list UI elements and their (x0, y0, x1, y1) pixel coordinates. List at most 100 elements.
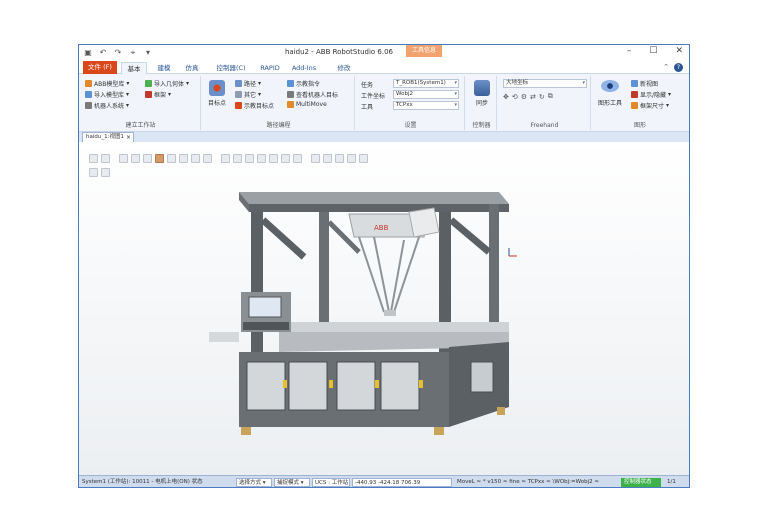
tool-context-tab[interactable]: 工具信息 (406, 45, 442, 57)
tab-file[interactable]: 文件 (F) (83, 61, 117, 74)
jog-linear-icon[interactable]: ⇄ (530, 93, 536, 101)
wobj-select[interactable]: Wobj2 ▾ (393, 90, 459, 99)
select-mechanism-icon[interactable] (167, 154, 176, 163)
document-tabs: haidu_1:视图1 × (79, 132, 689, 142)
instruction-template[interactable]: MoveL ≈ * v150 ≈ fine ≈ TCPxx ≈ \WObj:=W… (457, 478, 613, 487)
group-settings: 任务 T_ROB1(System1) ▾ 工件坐标 Wobj2 ▾ 工具 TCPxx… (357, 76, 465, 130)
teach-instruction-button[interactable]: 示教指令 (287, 79, 320, 88)
view-robot-target-button[interactable]: 查看机器人目标 (287, 90, 338, 99)
target-point-icon[interactable] (209, 80, 225, 96)
snap-midpoint-icon[interactable] (245, 154, 254, 163)
tab-home[interactable]: 基本 (121, 62, 147, 74)
rotate-icon[interactable]: ⟲ (512, 93, 518, 101)
cabinet-door (288, 361, 328, 411)
snap-gravity-icon[interactable] (281, 154, 290, 163)
other-button[interactable]: 其它 ▾ (235, 90, 261, 99)
snap-local-origin-icon[interactable] (293, 154, 302, 163)
sync-button[interactable]: 同步 (467, 98, 497, 107)
teach-target-button[interactable]: 示教目标点 (235, 101, 274, 110)
other-icon (235, 91, 242, 98)
settings-label: 设置 (404, 122, 417, 129)
show-hide-button[interactable]: 显示/隐藏 ▾ (631, 90, 671, 99)
link-icon[interactable]: ⌖ (128, 48, 138, 58)
robot-system-button[interactable]: 机器人系统 ▾ (85, 101, 129, 110)
select-curve-icon[interactable] (119, 154, 128, 163)
redo-icon[interactable]: ↷ (113, 48, 123, 58)
tab-addins[interactable]: Add-Ins (289, 62, 319, 74)
select-group-icon[interactable] (179, 154, 188, 163)
abb-logo: ABB (374, 224, 389, 232)
snap-edge-icon[interactable] (257, 154, 266, 163)
jog-joint-icon[interactable]: ⚙ (521, 93, 527, 101)
snap-corner-icon[interactable] (269, 154, 278, 163)
measure-minimum-icon[interactable] (347, 154, 356, 163)
save-icon[interactable]: ▣ (83, 48, 93, 58)
tab-rapid[interactable]: RAPID (257, 62, 283, 74)
view-all-icon[interactable] (89, 154, 98, 163)
controller-state-badge[interactable]: 控制器状态 (621, 478, 661, 487)
measure-angle-icon[interactable] (323, 154, 332, 163)
document-tab-view1[interactable]: haidu_1:视图1 × (82, 132, 134, 142)
path-button[interactable]: 路径 ▾ (235, 79, 261, 88)
coordinate-system-select[interactable]: 大地坐标 ▾ (503, 79, 587, 88)
new-view-button[interactable]: 新视图 (631, 79, 658, 88)
frame-button[interactable]: 框架 ▾ (145, 90, 171, 99)
multimove-button[interactable]: MultiMove (287, 101, 327, 108)
frame-size-button[interactable]: 框架尺寸 ▾ (631, 101, 669, 110)
measure-distance-icon[interactable] (311, 154, 320, 163)
view-center-icon[interactable] (101, 154, 110, 163)
multi-robot-jog-icon[interactable]: ⧉ (548, 92, 553, 101)
teach-target-icon (235, 102, 242, 109)
tool-select[interactable]: TCPxx ▾ (393, 101, 459, 110)
jog-reorient-icon[interactable]: ↻ (539, 93, 545, 101)
measure-points-icon[interactable] (359, 154, 368, 163)
snap-center-icon[interactable] (233, 154, 242, 163)
import-geometry-button[interactable]: 导入几何体 ▾ (145, 79, 189, 88)
robot-station-model[interactable]: ABB (209, 182, 509, 452)
undo-icon[interactable]: ↶ (98, 48, 108, 58)
import-library-icon (85, 91, 92, 98)
cabinet-door (246, 361, 286, 411)
help-icon[interactable]: ? (674, 63, 683, 72)
tab-modeling[interactable]: 建模 (153, 62, 175, 74)
tab-modify[interactable]: 修改 (333, 62, 355, 74)
chevron-down-icon: ▾ (582, 80, 585, 86)
page-count: 1/1 (667, 479, 676, 485)
maximize-icon[interactable]: ☐ (649, 46, 657, 56)
abb-library-button[interactable]: ABB模型库 ▾ (85, 79, 129, 88)
select-surface-icon[interactable] (131, 154, 140, 163)
snap-object-icon[interactable] (221, 154, 230, 163)
move-icon[interactable]: ✥ (503, 93, 509, 101)
tab-controller[interactable]: 控制器(C) (211, 62, 251, 74)
dropdown-icon[interactable]: ▾ (143, 48, 153, 58)
close-tab-icon[interactable]: × (126, 133, 131, 142)
3d-viewport[interactable]: ABB (79, 142, 689, 475)
title-bar: ▣ ↶ ↷ ⌖ ▾ haidu2 - ABB RobotStudio 6.06 … (79, 45, 689, 61)
select-body-icon[interactable] (143, 154, 152, 163)
end-effector (384, 310, 396, 316)
select-target-icon[interactable] (191, 154, 200, 163)
freehand-label: Freehand (530, 122, 559, 129)
sync-icon[interactable] (474, 80, 490, 96)
ribbon-tabs: 文件 (F) 基本 建模 仿真 控制器(C) RAPID Add-Ins 修改 … (79, 61, 689, 74)
select-path-icon[interactable] (203, 154, 212, 163)
ucs-select[interactable]: UCS : 工作站 ▾ (312, 478, 350, 487)
snap-mode-select[interactable]: 捕捉模式 ▾ (274, 478, 310, 487)
graphics-tool-button[interactable]: 图形工具 (593, 98, 627, 107)
measure-diameter-icon[interactable] (335, 154, 344, 163)
graphics-tool-icon[interactable] (601, 80, 619, 92)
select-part-icon[interactable] (155, 154, 164, 163)
select-mode-select[interactable]: 选择方式 ▾ (236, 478, 272, 487)
cabinet-door (336, 361, 376, 411)
collapse-ribbon-icon[interactable]: ⌃ (663, 63, 669, 71)
close-icon[interactable]: ✕ (675, 46, 683, 56)
play-icon[interactable] (89, 168, 98, 177)
task-select[interactable]: T_ROB1(System1) ▾ (393, 79, 459, 88)
minimize-icon[interactable]: – (627, 46, 632, 56)
tab-simulation[interactable]: 仿真 (181, 62, 203, 74)
import-library-button[interactable]: 导入模型库 ▾ (85, 90, 129, 99)
target-point-button[interactable]: 目标点 (203, 98, 231, 107)
stop-icon[interactable] (101, 168, 110, 177)
frame-icon (145, 91, 152, 98)
ribbon: ABB模型库 ▾ 导入模型库 ▾ 机器人系统 ▾ 导入几何体 ▾ 框架 ▾ 建立工作站 目… (79, 74, 689, 132)
